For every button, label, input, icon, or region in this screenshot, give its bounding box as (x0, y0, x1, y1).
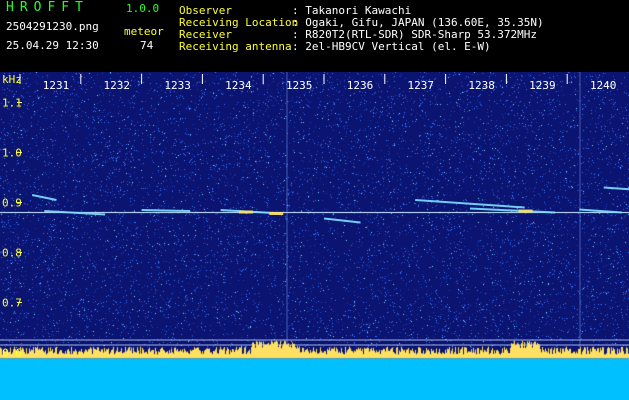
minute-tick-label: 1238 (468, 79, 495, 92)
image-filename: 2504291230.png (6, 20, 99, 33)
minute-tick-label: 1232 (104, 79, 131, 92)
noise-floor-layer (0, 72, 629, 400)
frequency-tick-label: 0.8 (2, 247, 22, 260)
frequency-tick-label: 0.6 (2, 347, 22, 360)
capture-datetime: 25.04.29 12:30 (6, 39, 99, 52)
spectrogram: 1231 1232 1233 1234 1235 1236 1237 1238 1239 1240… (0, 72, 629, 400)
minute-tick-label: 1233 (164, 79, 191, 92)
frequency-tick-label: 1.0 (2, 147, 22, 160)
frequency-tick-label: 0.9 (2, 197, 22, 210)
frequency-tick-label: 1.1 (2, 97, 22, 110)
app-brand: HROFFT (6, 0, 89, 15)
minute-tick-label: 1234 (225, 79, 252, 92)
minute-tick-label: 1236 (347, 79, 374, 92)
meteor-count: 74 (140, 39, 154, 52)
minute-tick-label: 1231 (43, 79, 70, 92)
minute-tick-label: 1235 (286, 79, 313, 92)
header-panel: HROFFT 1.0.0 2504291230.png meteor 25.04… (0, 0, 629, 72)
frequency-tick-label: 0.7 (2, 297, 22, 310)
meteor-label: meteor (124, 25, 164, 38)
noise-floor-band (0, 72, 629, 400)
antenna-label: Receiving antenna (179, 40, 292, 53)
minute-tick-label: 1240 (590, 79, 617, 92)
minute-tick-label: 1239 (529, 79, 556, 92)
frequency-axis-unit: kHz (2, 73, 22, 86)
minute-tick-label: 1237 (408, 79, 435, 92)
app-version: 1.0.0 (126, 2, 160, 15)
antenna-value: : 2el-HB9CV Vertical (el. E-W) (292, 40, 491, 53)
spectrogram-svg: 1231 1232 1233 1234 1235 1236 1237 1238 1239 1240… (0, 72, 629, 400)
